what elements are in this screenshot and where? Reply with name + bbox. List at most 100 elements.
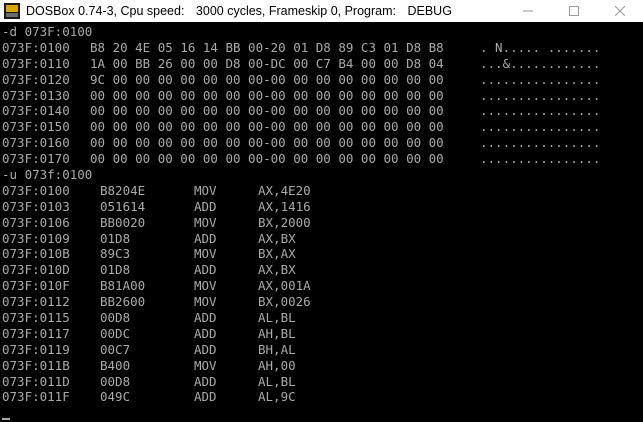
dump-row: 073F:0140 00 00 00 00 00 00 00 00-00 00 0… (2, 103, 643, 119)
disasm-code: 00D8 (100, 373, 131, 389)
dump-addr: 073F:0140 (2, 103, 70, 119)
dosbox-app-icon[interactable] (4, 3, 20, 19)
disasm-code: B81A00 (100, 278, 146, 294)
dos-console[interactable]: -d 073F:0100 073F:0100 B8 20 4E 05 16 14 … (2, 24, 643, 421)
dump-hex: 9C 00 00 00 00 00 00 00-00 00 00 00 00 0… (90, 71, 444, 87)
disassembly-listing: 073F:0100 B8204E MOV AX,4E20 073F:0103 051614… (2, 183, 643, 405)
title-program: DEBUG (407, 4, 452, 18)
disasm-mnem: MOV (194, 294, 217, 310)
unassemble-command: -u 073f:0100 (2, 167, 93, 183)
disasm-row: 073F:011D 00D8 ADD AL,BL (2, 374, 643, 390)
disasm-mnem: MOV (194, 246, 217, 262)
disasm-row: 073F:010B 89C3 MOV BX,AX (2, 246, 643, 262)
close-icon (615, 6, 625, 16)
disasm-code: 89C3 (100, 246, 131, 262)
dump-hex: 00 00 00 00 00 00 00 00-00 00 00 00 00 0… (90, 103, 444, 119)
disasm-code: 01D8 (100, 262, 131, 278)
disasm-addr: 073F:011F (2, 389, 70, 405)
disasm-mnem: ADD (194, 389, 217, 405)
disasm-mnem: ADD (194, 373, 217, 389)
dump-hex: 00 00 00 00 00 00 00 00-00 00 00 00 00 0… (90, 119, 444, 135)
dump-hex: 00 00 00 00 00 00 00 00-00 00 00 00 00 0… (90, 135, 444, 151)
disasm-ops: AX,BX (258, 230, 296, 246)
dump-row: 073F:0160 00 00 00 00 00 00 00 00-00 00 0… (2, 135, 643, 151)
dump-ascii: ................ (480, 71, 601, 87)
text-cursor (2, 418, 10, 421)
dump-hex: 00 00 00 00 00 00 00 00-00 00 00 00 00 0… (90, 87, 444, 103)
disasm-ops: BX,2000 (258, 214, 311, 230)
disasm-row: 073F:011B B400 MOV AH,00 (2, 358, 643, 374)
dosbox-window: DOSBox 0.74-3, Cpu speed: 3000 cycles, F… (0, 0, 643, 422)
disasm-ops: AH,BL (258, 325, 296, 341)
disasm-row: 073F:0119 00C7 ADD BH,AL (2, 342, 643, 358)
dump-ascii: ................ (480, 151, 601, 167)
disasm-mnem: MOV (194, 357, 217, 373)
maximize-button[interactable] (551, 0, 597, 22)
disasm-row: 073F:0115 00D8 ADD AL,BL (2, 310, 643, 326)
dump-ascii: ................ (480, 135, 601, 151)
dump-ascii: ................ (480, 119, 601, 135)
disasm-ops: BX,0026 (258, 294, 311, 310)
dump-addr: 073F:0160 (2, 135, 70, 151)
disasm-code: 01D8 (100, 230, 131, 246)
disasm-ops: BX,AX (258, 246, 296, 262)
disasm-code: BB0020 (100, 214, 146, 230)
disasm-code: BB2600 (100, 294, 146, 310)
dump-row: 073F:0100 B8 20 4E 05 16 14 BB 00-20 01 D… (2, 40, 643, 56)
disasm-ops: AL,BL (258, 373, 296, 389)
disasm-row: 073F:0103 051614 ADD AX,1416 (2, 199, 643, 215)
disasm-addr: 073F:011D (2, 373, 70, 389)
close-button[interactable] (597, 0, 643, 22)
disasm-row: 073F:011F 049C ADD AL,9C (2, 389, 643, 405)
disasm-code: 00D8 (100, 310, 131, 326)
dump-addr: 073F:0150 (2, 119, 70, 135)
disasm-row: 073F:0117 00DC ADD AH,BL (2, 326, 643, 342)
disasm-addr: 073F:0103 (2, 198, 70, 214)
disasm-mnem: MOV (194, 214, 217, 230)
disasm-mnem: ADD (194, 262, 217, 278)
dump-hex: B8 20 4E 05 16 14 BB 00-20 01 D8 89 C3 0… (90, 39, 444, 55)
title-cycles: 3000 cycles, Frameskip 0, Program: (195, 4, 396, 18)
disasm-addr: 073F:010D (2, 262, 70, 278)
disasm-addr: 073F:0100 (2, 182, 70, 198)
disasm-ops: AL,BL (258, 310, 296, 326)
dump-row: 073F:0120 9C 00 00 00 00 00 00 00-00 00 0… (2, 72, 643, 88)
dump-ascii: ...&............ (480, 55, 601, 71)
dump-row: 073F:0150 00 00 00 00 00 00 00 00-00 00 0… (2, 119, 643, 135)
window-title: DOSBox 0.74-3, Cpu speed: 3000 cycles, F… (26, 4, 505, 18)
dump-row: 073F:0110 1A 00 BB 26 00 00 D8 00-DC 00 C… (2, 56, 643, 72)
disasm-addr: 073F:0112 (2, 294, 70, 310)
disasm-code: B400 (100, 357, 131, 373)
disasm-row: 073F:0106 BB0020 MOV BX,2000 (2, 215, 643, 231)
disasm-code: 051614 (100, 198, 146, 214)
memory-dump: 073F:0100 B8 20 4E 05 16 14 BB 00-20 01 D… (2, 40, 643, 167)
disasm-ops: AX,4E20 (258, 182, 311, 198)
disasm-row: 073F:0109 01D8 ADD AX,BX (2, 231, 643, 247)
disasm-addr: 073F:011B (2, 357, 70, 373)
disasm-addr: 073F:0106 (2, 214, 70, 230)
minimize-icon (523, 10, 533, 12)
minimize-button[interactable] (505, 0, 551, 22)
title-bar[interactable]: DOSBox 0.74-3, Cpu speed: 3000 cycles, F… (0, 0, 643, 22)
disasm-ops: BH,AL (258, 341, 296, 357)
disasm-code: 00DC (100, 325, 131, 341)
disasm-mnem: ADD (194, 230, 217, 246)
disasm-ops: AH,00 (258, 357, 296, 373)
disasm-addr: 073F:0115 (2, 310, 70, 326)
disasm-mnem: ADD (194, 198, 217, 214)
disasm-mnem: ADD (194, 341, 217, 357)
disasm-addr: 073F:010F (2, 278, 70, 294)
disasm-mnem: ADD (194, 325, 217, 341)
prompt-line[interactable] (2, 405, 643, 421)
dump-row: 073F:0170 00 00 00 00 00 00 00 00-00 00 0… (2, 151, 643, 167)
maximize-icon (569, 6, 579, 16)
disasm-ops: AX,1416 (258, 198, 311, 214)
dump-command: -d 073F:0100 (2, 24, 93, 39)
dump-addr: 073F:0120 (2, 71, 70, 87)
dump-hex: 1A 00 BB 26 00 00 D8 00-DC 00 C7 B4 00 0… (90, 55, 444, 71)
disasm-row: 073F:010F B81A00 MOV AX,001A (2, 278, 643, 294)
title-app-version: DOSBox 0.74-3, Cpu speed: (26, 4, 185, 18)
dump-addr: 073F:0100 (2, 39, 70, 55)
dump-addr: 073F:0110 (2, 55, 70, 71)
disasm-row: 073F:010D 01D8 ADD AX,BX (2, 262, 643, 278)
